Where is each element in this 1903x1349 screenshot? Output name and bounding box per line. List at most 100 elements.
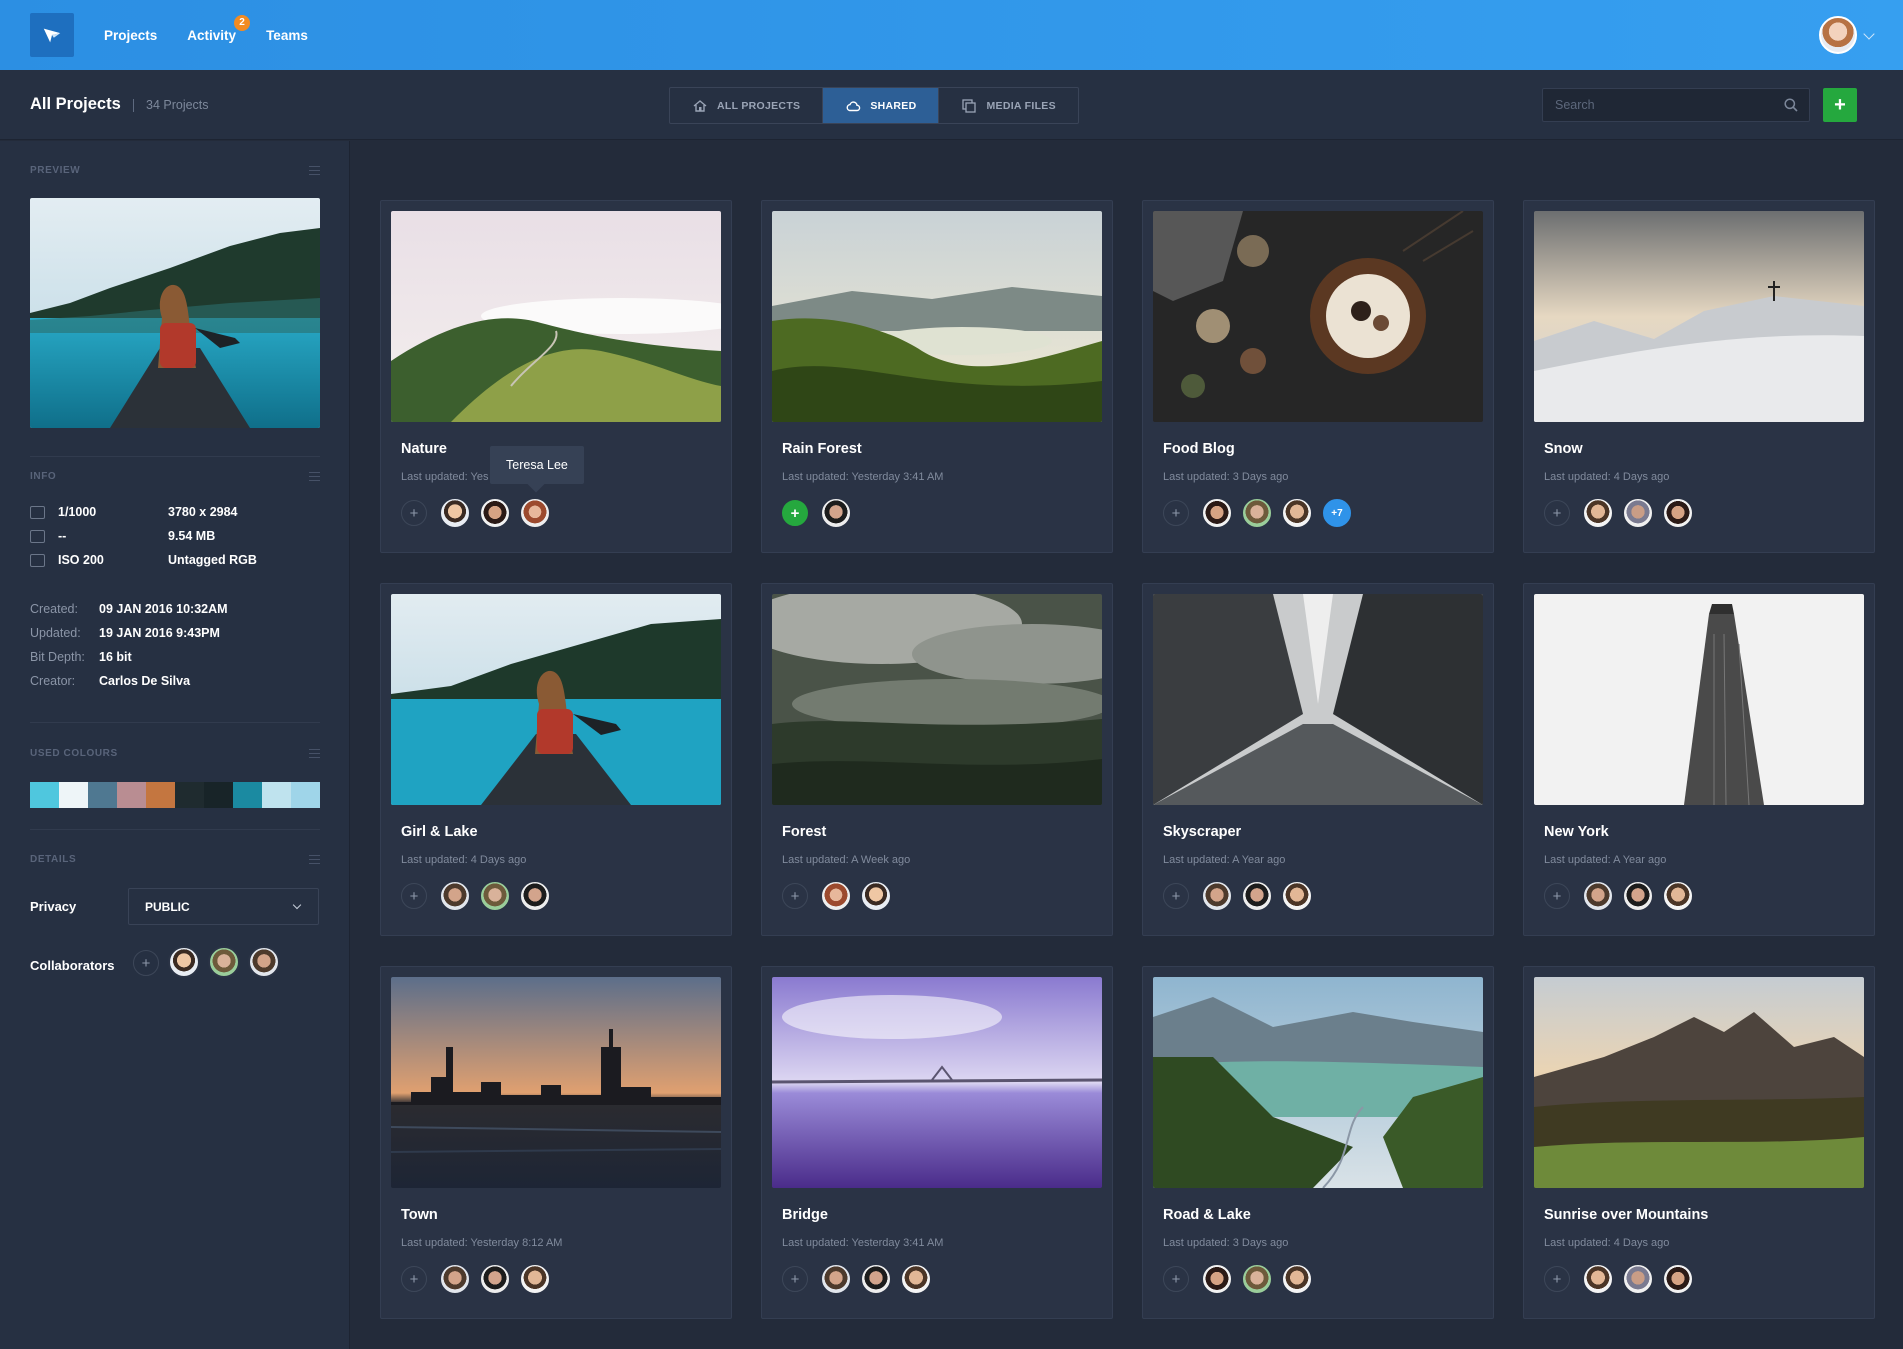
project-card[interactable]: Rain Forest Last updated: Yesterday 3:41…: [761, 200, 1113, 553]
project-title: Rain Forest: [782, 441, 862, 457]
avatar[interactable]: [1201, 1263, 1233, 1295]
nav-activity[interactable]: Activity 2: [187, 14, 251, 43]
colour-swatch[interactable]: [59, 782, 88, 808]
title-divider: [133, 99, 134, 112]
avatar[interactable]: [479, 880, 511, 912]
avatar[interactable]: [479, 497, 511, 529]
add-collaborator-button[interactable]: +: [1544, 883, 1570, 909]
colour-swatch[interactable]: [204, 782, 233, 808]
add-collaborator-button[interactable]: +: [401, 883, 427, 909]
avatar[interactable]: [1281, 1263, 1313, 1295]
avatar[interactable]: [820, 1263, 852, 1295]
nav-teams[interactable]: Teams: [266, 28, 308, 43]
avatar[interactable]: [900, 1263, 932, 1295]
colour-swatch[interactable]: [175, 782, 204, 808]
avatar[interactable]: [439, 497, 471, 529]
more-collaborators-badge[interactable]: +7: [1321, 497, 1353, 529]
search-input[interactable]: [1543, 89, 1809, 121]
project-thumbnail: [391, 211, 721, 422]
avatar[interactable]: [1241, 497, 1273, 529]
avatar[interactable]: [248, 946, 280, 978]
avatar[interactable]: [519, 497, 551, 529]
add-project-button[interactable]: +: [1823, 88, 1857, 122]
colour-swatch[interactable]: [30, 782, 59, 808]
add-collaborator-button[interactable]: +: [782, 500, 808, 526]
avatar[interactable]: [1622, 880, 1654, 912]
avatar[interactable]: [439, 1263, 471, 1295]
project-card[interactable]: Road & Lake Last updated: 3 Days ago +: [1142, 966, 1494, 1319]
tab-media-files[interactable]: MEDIA FILES: [939, 88, 1077, 123]
add-collaborator-button[interactable]: +: [401, 500, 427, 526]
colour-swatches: [30, 782, 320, 808]
project-card[interactable]: Town Last updated: Yesterday 8:12 AM +: [380, 966, 732, 1319]
project-card[interactable]: Snow Last updated: 4 Days ago +: [1523, 200, 1875, 553]
avatar[interactable]: [1662, 497, 1694, 529]
avatar[interactable]: [1281, 880, 1313, 912]
avatar[interactable]: [1622, 497, 1654, 529]
avatar[interactable]: [479, 1263, 511, 1295]
project-card[interactable]: Skyscraper Last updated: A Year ago +: [1142, 583, 1494, 936]
avatar[interactable]: [1662, 1263, 1694, 1295]
add-collaborator-button[interactable]: +: [401, 1266, 427, 1292]
tab-all-projects[interactable]: ALL PROJECTS: [670, 88, 824, 123]
avatar[interactable]: [1201, 497, 1233, 529]
avatar[interactable]: [1241, 880, 1273, 912]
chevron-down-icon[interactable]: [1863, 28, 1875, 40]
project-title: Town: [401, 1207, 438, 1223]
avatar[interactable]: [1582, 497, 1614, 529]
avatar[interactable]: [1662, 880, 1694, 912]
add-collaborator-button[interactable]: +: [1163, 883, 1189, 909]
avatar[interactable]: [1582, 880, 1614, 912]
avatar[interactable]: [820, 497, 852, 529]
add-collaborator-button[interactable]: +: [782, 1266, 808, 1292]
add-collaborator-button[interactable]: +: [1544, 500, 1570, 526]
avatar[interactable]: [519, 880, 551, 912]
project-card[interactable]: Food Blog Last updated: 3 Days ago + +7: [1142, 200, 1494, 553]
menu-icon[interactable]: [309, 166, 320, 175]
project-card[interactable]: Forest Last updated: A Week ago +: [761, 583, 1113, 936]
avatar[interactable]: [860, 1263, 892, 1295]
nav-projects[interactable]: Projects: [104, 28, 157, 43]
avatar[interactable]: [1582, 1263, 1614, 1295]
avatar[interactable]: [208, 946, 240, 978]
colour-swatch[interactable]: [117, 782, 146, 808]
project-card[interactable]: Girl & Lake Last updated: 4 Days ago +: [380, 583, 732, 936]
avatar[interactable]: [820, 880, 852, 912]
project-card[interactable]: New York Last updated: A Year ago +: [1523, 583, 1875, 936]
avatar[interactable]: [439, 880, 471, 912]
tab-shared[interactable]: SHARED: [823, 88, 940, 123]
search-icon[interactable]: [1783, 97, 1799, 113]
privacy-select[interactable]: PUBLIC: [128, 888, 319, 925]
project-card[interactable]: Bridge Last updated: Yesterday 3:41 AM +: [761, 966, 1113, 1319]
add-collaborator-button[interactable]: +: [1163, 1266, 1189, 1292]
user-avatar[interactable]: [1819, 16, 1857, 54]
project-title: Food Blog: [1163, 441, 1235, 457]
avatar[interactable]: [860, 880, 892, 912]
search-box: [1542, 88, 1810, 122]
colour-swatch[interactable]: [291, 782, 320, 808]
avatar[interactable]: [1281, 497, 1313, 529]
avatar[interactable]: [519, 1263, 551, 1295]
avatar[interactable]: [1622, 1263, 1654, 1295]
add-collaborator-button[interactable]: +: [133, 950, 159, 976]
colour-swatch[interactable]: [88, 782, 117, 808]
avatar[interactable]: [1241, 1263, 1273, 1295]
avatar[interactable]: [168, 946, 200, 978]
colour-swatch[interactable]: [146, 782, 175, 808]
project-card[interactable]: Sunrise over Mountains Last updated: 4 D…: [1523, 966, 1875, 1319]
last-updated: Last updated: Yes: [401, 471, 489, 483]
colour-swatch[interactable]: [262, 782, 291, 808]
avatar[interactable]: [1201, 880, 1233, 912]
menu-icon[interactable]: [309, 855, 320, 864]
app-logo[interactable]: [30, 13, 74, 57]
project-thumbnail: [1534, 977, 1864, 1188]
add-collaborator-button[interactable]: +: [1544, 1266, 1570, 1292]
menu-icon[interactable]: [309, 472, 320, 481]
add-collaborator-button[interactable]: +: [782, 883, 808, 909]
project-title: Bridge: [782, 1207, 828, 1223]
menu-icon[interactable]: [309, 749, 320, 758]
colour-swatch[interactable]: [233, 782, 262, 808]
project-card[interactable]: Nature Last updated: Yes + Teresa Lee: [380, 200, 732, 553]
chevron-down-icon: [292, 900, 302, 910]
add-collaborator-button[interactable]: +: [1163, 500, 1189, 526]
